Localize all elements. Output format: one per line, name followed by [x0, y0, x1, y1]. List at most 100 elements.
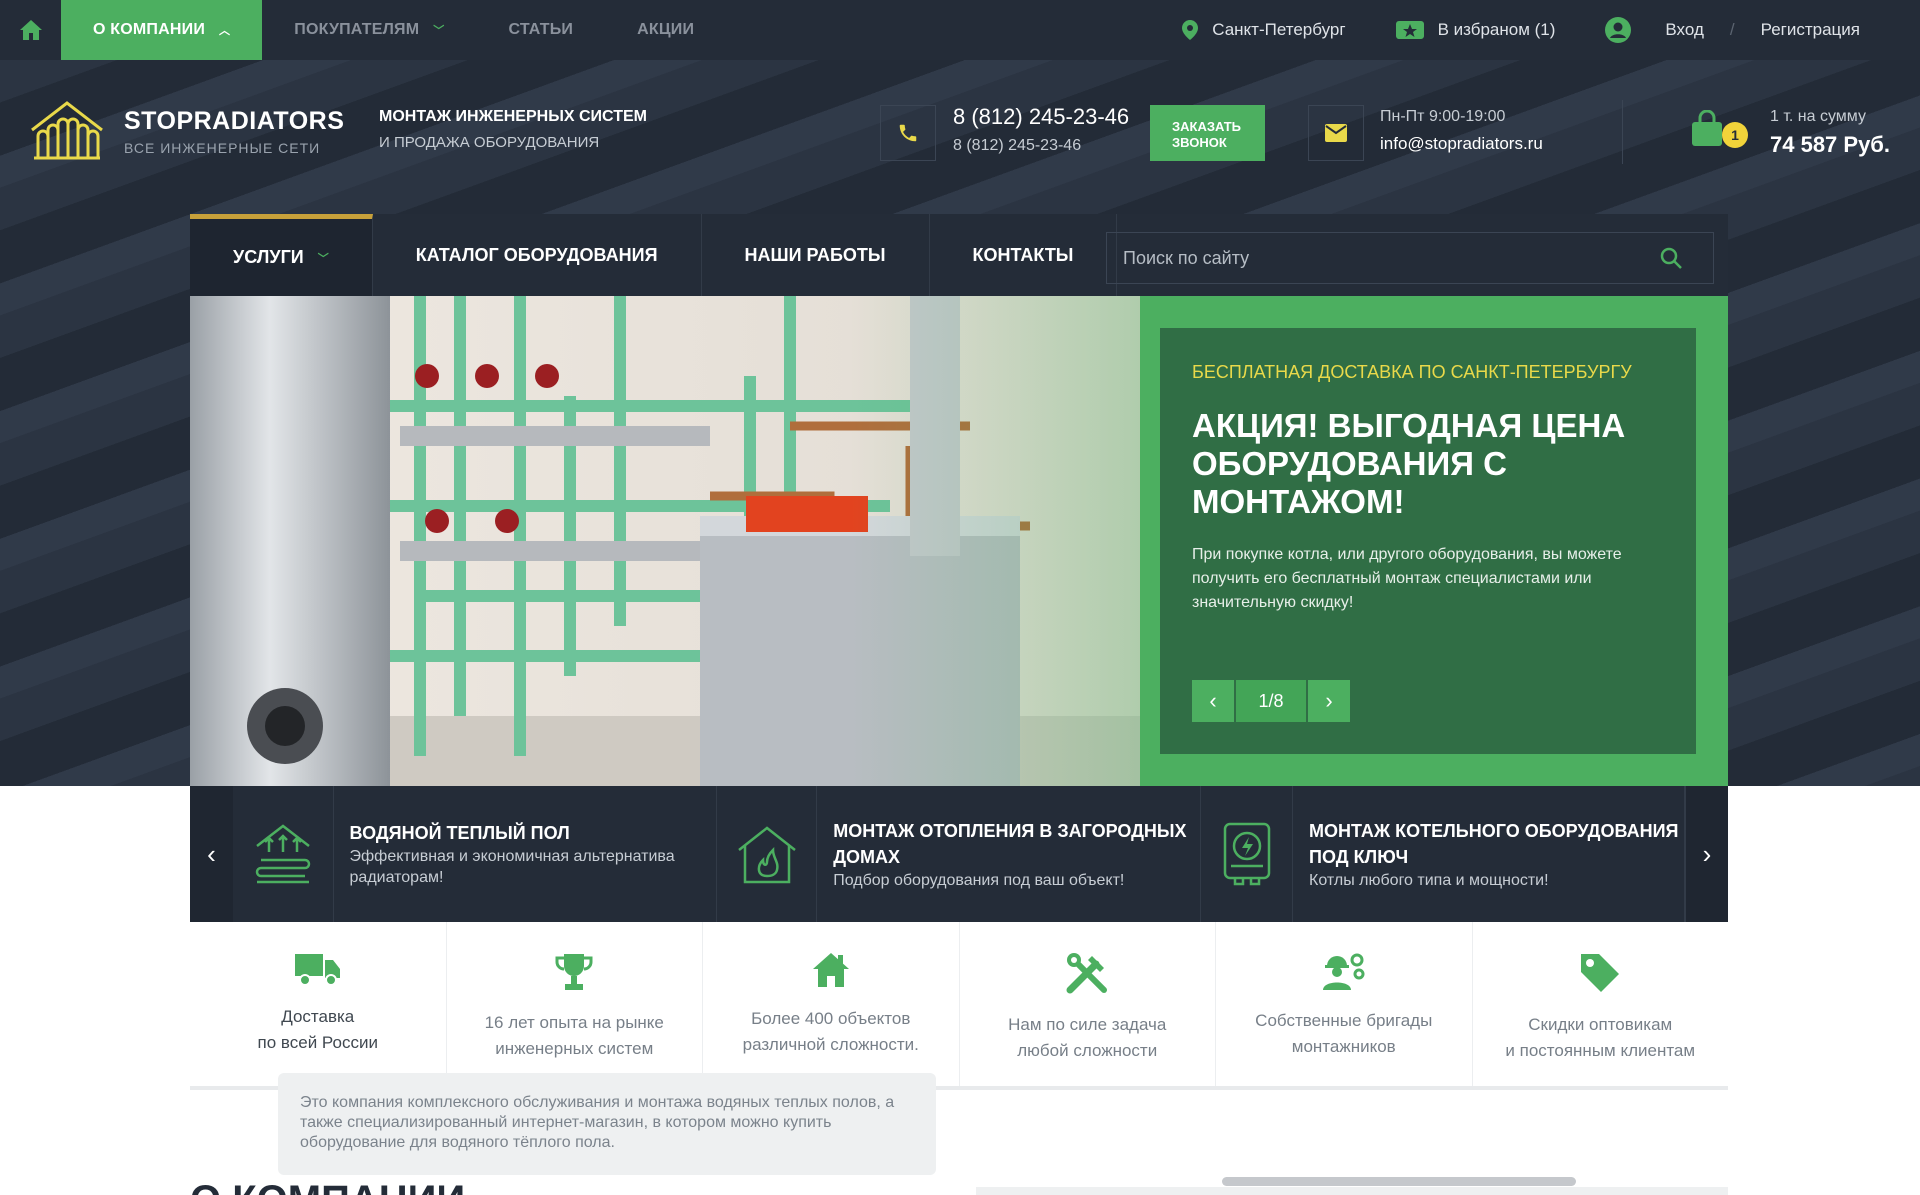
phone-icon: [899, 124, 917, 142]
feature-line-1: 16 лет опыта на рынке: [484, 1013, 664, 1032]
feature-item: Доставка по всей России: [190, 922, 447, 1086]
house-fire-icon: [737, 826, 796, 884]
trophy-icon: [555, 954, 593, 990]
user-icon: [1605, 17, 1632, 43]
nav-catalog[interactable]: Каталог оборудования: [373, 214, 702, 296]
feature-line-2: по всей России: [257, 1033, 378, 1052]
nav-works-label: Наши работы: [744, 244, 886, 265]
features-row: Доставка по всей России 16 лет опыта на …: [190, 922, 1728, 1090]
top-right-links: Санкт-Петербург В избраном (1) Вход / Ре…: [1182, 0, 1920, 60]
tools-icon: [1066, 953, 1108, 994]
topnav-promotions[interactable]: Акции: [605, 0, 726, 60]
slider-next-button[interactable]: ›: [1308, 680, 1350, 722]
workers-icon: [1322, 953, 1365, 990]
phone-icon-box: [880, 105, 936, 161]
favorites-link[interactable]: В избраном (1): [1395, 19, 1556, 41]
chevron-left-icon: ‹: [207, 838, 216, 869]
email-link[interactable]: info@stopradiators.ru: [1380, 134, 1543, 154]
nav-services[interactable]: Услуги ﹀: [190, 214, 373, 296]
callback-label-1: ЗАКАЗАТЬ: [1172, 119, 1242, 134]
boiler-icon: [1223, 822, 1270, 886]
cart-button[interactable]: [1690, 109, 1724, 153]
logo[interactable]: STOPRADIATORS ВСЕ ИНЖЕНЕРНЫЕ СЕТИ: [28, 100, 344, 162]
services-next-button[interactable]: ›: [1685, 786, 1728, 922]
topnav-promotions-label: Акции: [637, 21, 695, 38]
slider-prev-button[interactable]: ‹: [1192, 680, 1234, 722]
auth-links: Вход / Регистрация: [1605, 17, 1860, 43]
favorites-label: В избраном (1): [1437, 20, 1556, 39]
service-title: МОНТАЖ ОТОПЛЕНИЯ В ЗАГОРОДНЫХ ДОМАХ: [833, 820, 1187, 867]
about-section-title: О КОМПАНИИ: [190, 1178, 465, 1195]
cart-sum: 74 587 Руб.: [1770, 132, 1891, 157]
about-tooltip: Это компания комплексного обслуживания и…: [278, 1073, 936, 1175]
feature-line-2: любой сложности: [1017, 1041, 1158, 1060]
home-button[interactable]: [0, 0, 61, 60]
feature-item: 16 лет опыта на рынке инженерных систем: [447, 922, 703, 1086]
promo-text: При покупке котла, или другого оборудова…: [1192, 546, 1622, 611]
feature-line-1: Скидки оптовикам: [1528, 1015, 1673, 1034]
promo-card: БЕСПЛАТНАЯ ДОСТАВКА ПО САНКТ-ПЕТЕРБУРГУ …: [1160, 328, 1696, 754]
service-card[interactable]: МОНТАЖ КОТЕЛЬНОГО ОБОРУДОВАНИЯ ПОД КЛЮЧ …: [1201, 786, 1685, 922]
service-title: ВОДЯНОЙ ТЕПЛЫЙ ПОЛ: [349, 823, 570, 843]
feature-line-1: Нам по силе задача: [1008, 1015, 1167, 1034]
nav-contacts[interactable]: Контакты: [930, 214, 1118, 296]
logo-subtitle: ВСЕ ИНЖЕНЕРНЫЕ СЕТИ: [124, 139, 321, 156]
main-nav: Услуги ﹀ Каталог оборудования Наши работ…: [190, 214, 1728, 296]
promo-kicker: БЕСПЛАТНАЯ ДОСТАВКА ПО САНКТ-ПЕТЕРБУРГУ: [1192, 362, 1632, 382]
hero-slider: БЕСПЛАТНАЯ ДОСТАВКА ПО САНКТ-ПЕТЕРБУРГУ …: [190, 296, 1728, 786]
topnav-articles[interactable]: Статьи: [476, 0, 605, 60]
topnav-customers[interactable]: Покупателям ﹀: [262, 0, 476, 60]
favorites-star-icon: [1395, 21, 1424, 39]
header-divider: [1622, 100, 1623, 164]
feature-item: Собственные бригады монтажников: [1216, 922, 1473, 1086]
feature-line-2: инженерных систем: [495, 1039, 654, 1058]
top-bar: О компании ︿ Покупателям ﹀ Статьи Акции Са…: [0, 0, 1920, 60]
feature-item: Скидки оптовикам и постоянным клиентам: [1473, 922, 1729, 1086]
horizontal-scroll-track[interactable]: [976, 1187, 1728, 1195]
topnav-customers-label: Покупателям: [294, 21, 420, 38]
feature-line-1: Более 400 объектов: [751, 1009, 911, 1028]
topnav-about-label: О компании: [93, 21, 206, 38]
slider-pager: ‹ 1/8 ›: [1192, 680, 1350, 722]
feature-line-2: различной сложности.: [742, 1035, 919, 1054]
feature-line-2: монтажников: [1291, 1037, 1396, 1056]
callback-button[interactable]: ЗАКАЗАТЬ ЗВОНОК: [1150, 105, 1265, 161]
callback-label-2: ЗВОНОК: [1172, 135, 1227, 150]
service-card[interactable]: ВОДЯНОЙ ТЕПЛЫЙ ПОЛ Эффективная и экономи…: [233, 786, 717, 922]
cart-count-badge: 1: [1722, 122, 1748, 148]
feature-line-1: Собственные бригады: [1255, 1011, 1433, 1030]
logo-radiator-icon: [31, 101, 103, 160]
topnav-about[interactable]: О компании ︿: [61, 0, 263, 60]
tagline: МОНТАЖ ИНЖЕНЕРНЫХ СИСТЕМ И ПРОДАЖА ОБОРУ…: [379, 108, 647, 151]
slider-counter: 1/8: [1236, 680, 1306, 722]
phone-main[interactable]: 8 (812) 245-23-46: [953, 104, 1129, 130]
city-selector[interactable]: Санкт-Петербург: [1182, 20, 1346, 40]
phone-secondary[interactable]: 8 (812) 245-23-46: [953, 137, 1081, 155]
chevron-up-icon: ︿: [219, 25, 231, 37]
tagline-line-1: МОНТАЖ ИНЖЕНЕРНЫХ СИСТЕМ: [379, 108, 647, 125]
chevron-down-icon: ﹀: [317, 252, 329, 265]
services-prev-button[interactable]: ‹: [190, 786, 233, 922]
register-link[interactable]: Регистрация: [1761, 20, 1860, 40]
location-pin-icon: [1182, 20, 1199, 40]
chevron-right-icon: ›: [1325, 688, 1333, 713]
nav-works[interactable]: Наши работы: [702, 214, 930, 296]
login-link[interactable]: Вход: [1665, 20, 1703, 40]
tagline-line-2: И ПРОДАЖА ОБОРУДОВАНИЯ: [379, 134, 600, 151]
service-subtitle: Котлы любого типа и мощности!: [1309, 871, 1549, 889]
promo-title: АКЦИЯ! ВЫГОДНАЯ ЦЕНА ОБОРУДОВАНИЯ С МОНТ…: [1192, 407, 1626, 520]
logo-title: STOPRADIATORS: [124, 106, 345, 135]
mail-icon-box: [1308, 105, 1364, 161]
nav-services-label: Услуги: [233, 247, 304, 267]
horizontal-scroll-thumb[interactable]: [1222, 1177, 1576, 1186]
search-icon[interactable]: [1659, 246, 1683, 270]
search-input[interactable]: [1107, 247, 1647, 269]
house-icon: [812, 953, 849, 987]
chevron-down-icon: ﹀: [433, 25, 445, 37]
truck-icon: [294, 954, 340, 986]
heated-floor-icon: [255, 824, 310, 884]
topnav-articles-label: Статьи: [508, 21, 574, 38]
service-subtitle: Подбор оборудования под ваш объект!: [833, 871, 1125, 889]
service-card[interactable]: МОНТАЖ ОТОПЛЕНИЯ В ЗАГОРОДНЫХ ДОМАХ Подб…: [717, 786, 1201, 922]
shopping-bag-icon: [1692, 109, 1722, 146]
